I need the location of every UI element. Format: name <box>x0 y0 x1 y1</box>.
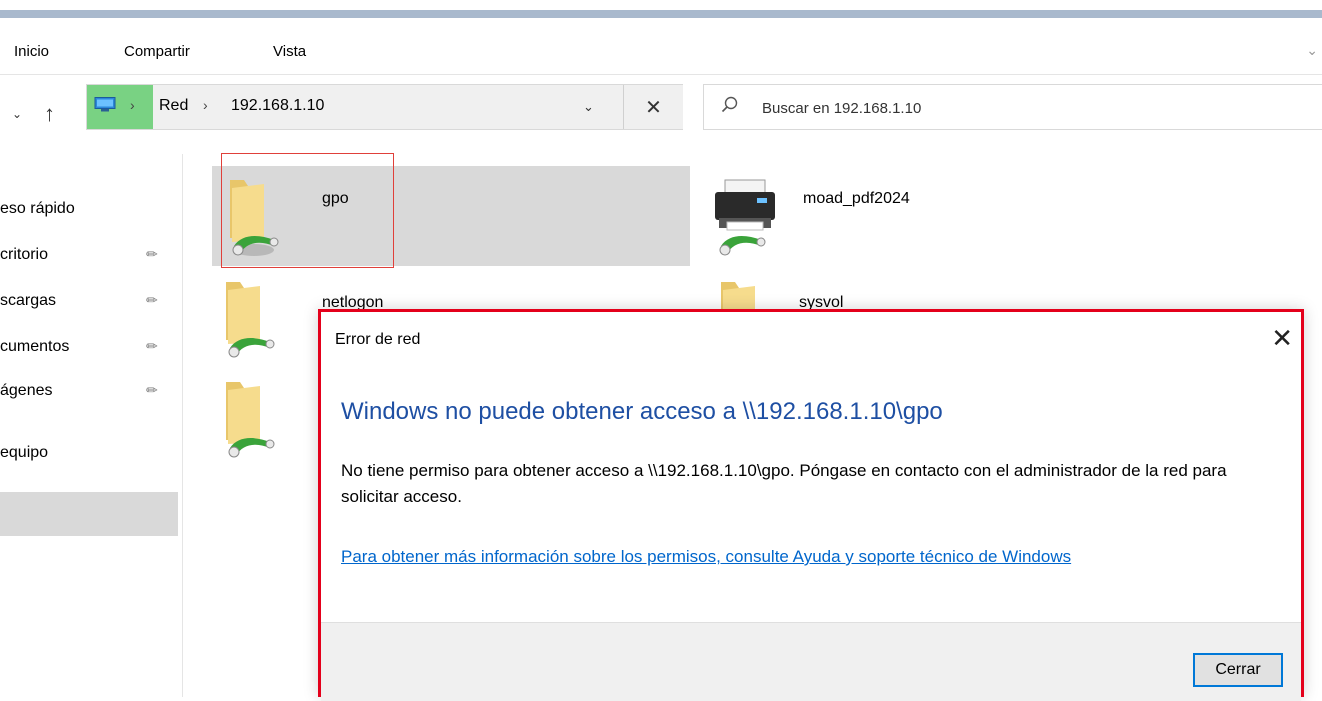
error-dialog: Error de red ✕ Windows no puede obtener … <box>318 309 1304 701</box>
sidebar: eso rápido critorio ✏ scargas ✏ cumentos… <box>0 154 183 697</box>
close-icon[interactable]: ✕ <box>1271 325 1293 351</box>
pin-icon: ✏ <box>146 338 158 354</box>
sidebar-item-label: cumentos <box>0 338 70 355</box>
search-input[interactable] <box>760 96 1304 120</box>
close-icon[interactable]: ✕ <box>623 85 683 129</box>
sidebar-item-label: critorio <box>0 246 49 263</box>
annotation-highlight-box <box>221 153 394 268</box>
title-bar-strip <box>0 10 1322 18</box>
dialog-heading: Windows no puede obtener acceso a \\192.… <box>341 398 943 425</box>
breadcrumb-separator[interactable]: › <box>203 97 208 113</box>
pin-icon: ✏ <box>146 382 158 398</box>
breadcrumb-separator[interactable]: › <box>130 97 135 113</box>
pin-icon: ✏ <box>146 246 158 262</box>
arrow-up-icon[interactable]: ↑ <box>44 101 55 127</box>
sidebar-item-label: eso rápido <box>0 200 75 217</box>
chevron-down-icon[interactable]: ⌄ <box>583 99 594 115</box>
search-box[interactable] <box>703 84 1322 130</box>
cerrar-button[interactable]: Cerrar <box>1193 653 1283 687</box>
dialog-footer: Cerrar <box>321 622 1301 701</box>
pin-icon: ✏ <box>146 292 158 308</box>
shared-folder-icon <box>226 382 275 458</box>
sidebar-item-documentos[interactable]: cumentos ✏ <box>0 332 182 362</box>
search-icon <box>721 96 738 113</box>
ribbon: Inicio Compartir Vista ⌄ <box>0 18 1322 75</box>
sidebar-item-imagenes[interactable]: ágenes ✏ <box>0 376 182 406</box>
tab-compartir[interactable]: Compartir <box>124 43 190 60</box>
tab-vista[interactable]: Vista <box>273 43 306 60</box>
window-top-strip <box>0 0 1322 18</box>
sidebar-item-descargas[interactable]: scargas ✏ <box>0 286 182 316</box>
shared-folder-icon <box>226 282 275 358</box>
breadcrumb-ip[interactable]: 192.168.1.10 <box>231 97 324 115</box>
breadcrumb-red[interactable]: Red <box>159 97 188 115</box>
dialog-message: No tiene permiso para obtener acceso a \… <box>341 461 1227 506</box>
dialog-title: Error de red <box>335 331 421 348</box>
sidebar-item-label: scargas <box>0 292 57 309</box>
address-bar[interactable]: › Red › 192.168.1.10 ⌄ ✕ <box>86 84 683 130</box>
printer-icon <box>715 179 775 256</box>
help-link[interactable]: Para obtener más información sobre los p… <box>341 544 1241 570</box>
tab-inicio[interactable]: Inicio <box>14 43 49 60</box>
sidebar-item-escritorio[interactable]: critorio ✏ <box>0 240 182 270</box>
list-item[interactable] <box>212 376 332 468</box>
chevron-down-icon[interactable]: ⌄ <box>1306 42 1318 59</box>
chevron-down-icon[interactable]: ⌄ <box>12 107 22 121</box>
list-item[interactable]: moad_pdf2024 <box>703 166 1203 266</box>
sidebar-item-label: ágenes <box>0 382 53 399</box>
computer-icon[interactable] <box>94 97 116 112</box>
sidebar-item-este-equipo[interactable]: equipo <box>0 438 182 468</box>
sidebar-item-red[interactable] <box>0 492 178 536</box>
navigation-bar: ⌄ ↑ › Red › 192.168.1.10 ⌄ ✕ <box>0 74 1322 154</box>
sidebar-item-label: equipo <box>0 444 49 461</box>
sidebar-item-acceso-rapido[interactable]: eso rápido <box>0 194 182 224</box>
file-name: moad_pdf2024 <box>803 190 910 207</box>
